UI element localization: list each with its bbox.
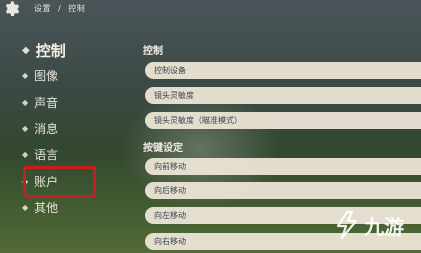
bullet-icon: ◆ [22,150,29,159]
setting-row-camera-sensitivity[interactable]: 镜头灵敏度 [145,87,421,104]
sidebar-item-label: 图像 [34,69,59,83]
setting-row-move-backward[interactable]: 向后移动 [145,182,421,199]
sidebar-item-language[interactable]: ◆ 语言 [22,146,58,163]
setting-row-control-device[interactable]: 控制设备 [145,62,421,79]
bullet-icon: ◆ [22,124,29,133]
bullet-icon: ◆ [22,71,29,80]
section-title-control: 控制 [143,46,163,57]
watermark: 九游 [334,210,404,240]
sidebar-item-label: 消息 [34,122,59,136]
sidebar-item-control[interactable]: ◆ 控制 [22,40,66,61]
bullet-icon: ◆ [22,45,30,56]
breadcrumb-settings[interactable]: 设置 [34,4,51,13]
sidebar-item-label: 声音 [34,96,59,110]
breadcrumb-control: 控制 [68,4,86,13]
sidebar-item-label: 控制 [35,42,66,60]
sidebar-item-other[interactable]: ◆ 其他 [22,199,58,216]
sidebar-item-messages[interactable]: ◆ 消息 [22,120,58,137]
breadcrumb: 设置 / 控制 [34,3,89,14]
gear-icon [5,1,20,16]
breadcrumb-separator: / [58,4,62,13]
setting-row-aim-sensitivity[interactable]: 镜头灵敏度（瞄准模式） [145,112,421,129]
account-highlight-box [23,166,96,198]
setting-row-move-forward[interactable]: 向前移动 [145,158,421,175]
sidebar-item-label: 语言 [34,148,59,162]
sidebar-item-audio[interactable]: ◆ 声音 [22,94,58,111]
jiuyou-logo-icon [336,210,358,240]
bullet-icon: ◆ [22,98,29,107]
section-title-key-settings: 按键设定 [143,143,183,154]
sidebar-item-graphics[interactable]: ◆ 图像 [22,67,58,84]
sidebar-item-label: 其他 [34,201,59,215]
bullet-icon: ◆ [22,203,29,212]
watermark-text: 九游 [364,214,404,239]
